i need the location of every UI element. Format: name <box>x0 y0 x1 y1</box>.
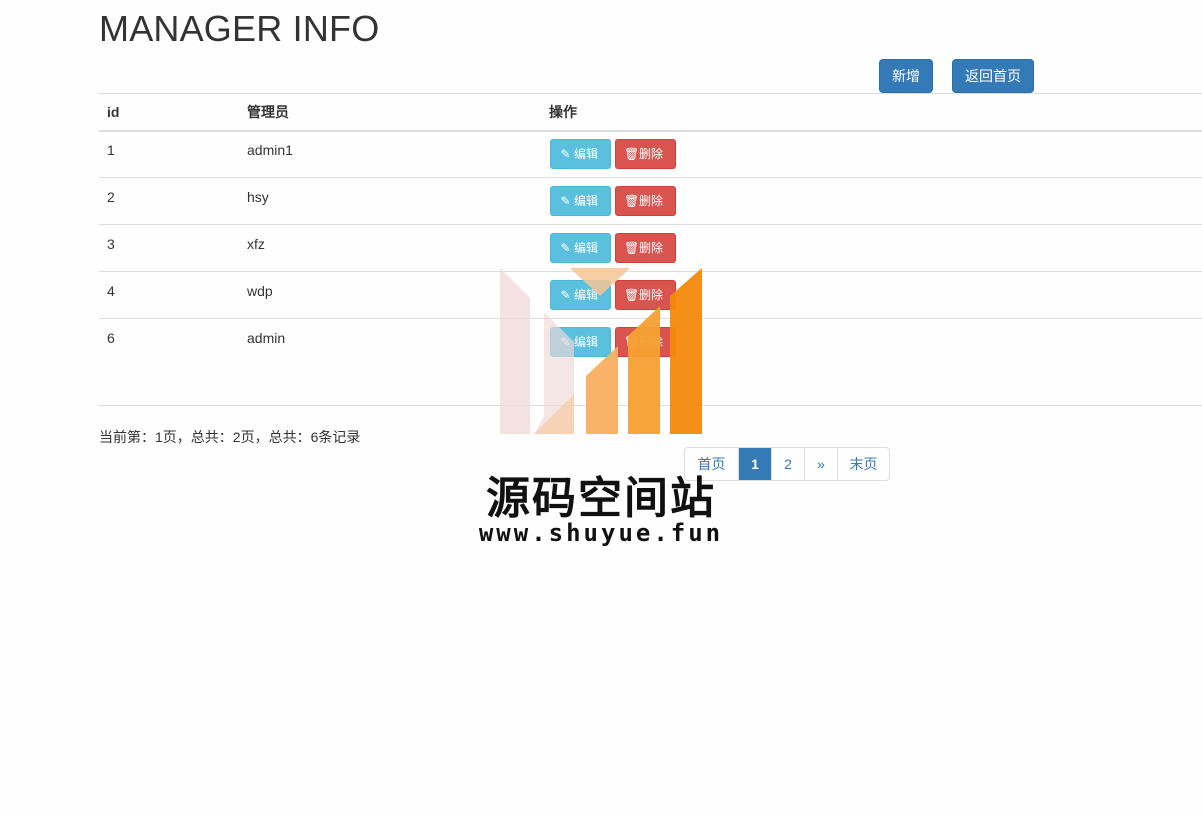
row-id: 2 <box>107 189 115 205</box>
pencil-icon: ✎ <box>560 147 571 161</box>
edit-button[interactable]: ✎编辑 <box>550 233 611 263</box>
watermark-logo-icon <box>500 268 702 434</box>
header-divider <box>99 130 1202 132</box>
row-id: 6 <box>107 330 115 346</box>
pencil-icon: ✎ <box>560 241 571 255</box>
add-button[interactable]: 新增 <box>879 59 933 93</box>
back-home-button[interactable]: 返回首页 <box>952 59 1034 93</box>
delete-button[interactable]: 🗑删除 <box>615 139 676 169</box>
edit-button[interactable]: ✎编辑 <box>550 139 611 169</box>
row-manager-name: admin <box>247 330 286 346</box>
edit-label: 编辑 <box>574 241 599 255</box>
page-1-link[interactable]: 1 <box>738 448 771 480</box>
page-last-link[interactable]: 末页 <box>837 448 889 480</box>
row-manager-name: xfz <box>247 236 265 252</box>
edit-label: 编辑 <box>574 194 599 208</box>
row-id: 3 <box>107 236 115 252</box>
delete-label: 删除 <box>639 194 664 208</box>
header-id: id <box>107 104 120 120</box>
page-title: MANAGER INFO <box>99 8 380 49</box>
edit-button[interactable]: ✎编辑 <box>550 186 611 216</box>
delete-button[interactable]: 🗑删除 <box>615 233 676 263</box>
pagination-info: 当前第：1页，总共：2页，总共：6条记录 <box>99 429 361 445</box>
watermark-url: www.shuyue.fun <box>478 519 724 547</box>
row-id: 4 <box>107 283 115 299</box>
delete-label: 删除 <box>639 147 664 161</box>
row-manager-name: admin1 <box>247 142 293 158</box>
row-divider <box>99 177 1202 178</box>
delete-label: 删除 <box>639 241 664 255</box>
page-next-link[interactable]: » <box>804 448 837 480</box>
table-top-border <box>99 93 1202 94</box>
page-2-link[interactable]: 2 <box>771 448 804 480</box>
watermark-title: 源码空间站 <box>486 473 716 524</box>
row-divider <box>99 224 1202 225</box>
header-operations: 操作 <box>549 104 577 120</box>
trash-icon: 🗑 <box>624 194 640 208</box>
row-manager-name: wdp <box>247 283 273 299</box>
row-manager-name: hsy <box>247 189 269 205</box>
pencil-icon: ✎ <box>560 194 571 208</box>
trash-icon: 🗑 <box>624 147 640 161</box>
row-id: 1 <box>107 142 115 158</box>
trash-icon: 🗑 <box>624 241 640 255</box>
edit-label: 编辑 <box>574 147 599 161</box>
delete-button[interactable]: 🗑删除 <box>615 186 676 216</box>
header-manager: 管理员 <box>247 104 289 120</box>
